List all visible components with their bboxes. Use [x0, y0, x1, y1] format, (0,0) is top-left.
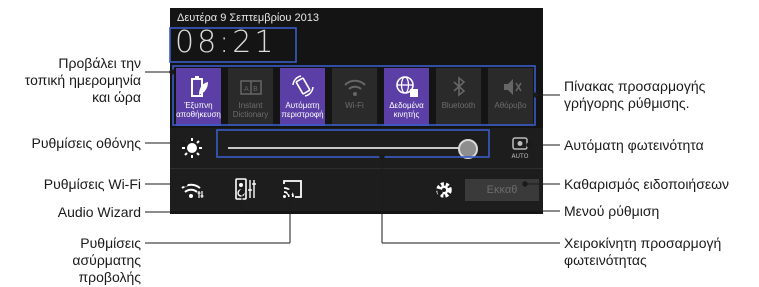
svg-text:A: A [244, 85, 249, 93]
annotation-manual-brightness: Χειροκίνητη προσαρμογή φωτεινότητας [564, 235, 722, 268]
wifi-icon [332, 73, 377, 101]
tile-mobile-data[interactable]: Δεδομένα κινητής [384, 68, 429, 126]
date-text: Δευτέρα 9 Σεπτεμβρίου 2013 [177, 12, 319, 24]
annotation-quick-panel: Πίνακας προσαρμογής γρήγορης ρύθμισης. [564, 78, 706, 111]
clock-text: 08:21 [175, 25, 277, 60]
audio-wizard-icon [235, 178, 256, 200]
brightness-icon [182, 138, 202, 158]
brightness-slider-knob[interactable] [458, 139, 478, 159]
notification-panel: Δευτέρα 9 Σεπτεμβρίου 2013 08:21 Έξυπνη … [170, 8, 543, 214]
wireless-display-button[interactable] [272, 170, 312, 210]
annotation-auto-brightness: Αυτόματη φωτεινότητα [564, 137, 704, 153]
cast-icon [283, 180, 302, 198]
auto-brightness-button[interactable]: AUTO [500, 128, 540, 168]
auto-rotate-icon [280, 73, 325, 101]
bluetooth-icon [436, 73, 481, 101]
tile-instant-dictionary[interactable]: AB Instant Dictionary [228, 68, 273, 126]
tile-auto-rotate[interactable]: Αυτόματη περιστροφή [280, 68, 325, 126]
svg-text:AUTO: AUTO [512, 153, 529, 160]
clear-notifications-button[interactable]: Εκκαθ [465, 179, 539, 201]
tile-silent[interactable]: Αθόρυβο [488, 68, 533, 126]
tile-bluetooth[interactable]: Bluetooth [436, 68, 481, 126]
brightness-row: AUTO [170, 128, 543, 168]
dictionary-icon: AB [228, 73, 273, 101]
mute-icon [488, 73, 533, 101]
wifi-settings-button[interactable] [172, 170, 212, 210]
bottom-toolbar: Εκκαθ [170, 169, 543, 211]
annotation-settings-menu: Μενού ρύθμιση [564, 203, 660, 219]
svg-text:B: B [253, 85, 258, 93]
audio-wizard-button[interactable] [226, 170, 266, 210]
tile-smart-saving[interactable]: Έξυπνη αποθήκευση [176, 68, 221, 126]
brightness-slider-track[interactable] [228, 147, 466, 149]
annotation-clear-notifications: Καθαρισμός ειδοποιήσεων [564, 176, 730, 192]
annotation-wifi-settings: Ρυθμίσεις Wi-Fi [43, 176, 141, 192]
annotation-wireless-display: Ρυθμίσεις ασύρματης προβολής [72, 235, 141, 285]
leaf-battery-icon [176, 73, 221, 101]
mobile-data-icon [384, 73, 429, 101]
display-settings-button[interactable] [172, 128, 212, 168]
gear-icon [436, 182, 452, 198]
quick-settings-panel: Έξυπνη αποθήκευση AB Instant Dictionary … [176, 68, 538, 126]
settings-menu-button[interactable] [424, 170, 464, 210]
auto-brightness-icon: AUTO [512, 137, 529, 160]
annotation-display-settings: Ρυθμίσεις οθόνης [31, 135, 141, 151]
annotation-audio-wizard: Audio Wizard [57, 204, 141, 220]
wifi-settings-icon [181, 183, 204, 198]
tile-wifi[interactable]: Wi-Fi [332, 68, 377, 126]
annotation-date-time: Προβάλει την τοπική ημερομηνία και ώρα [24, 55, 141, 105]
